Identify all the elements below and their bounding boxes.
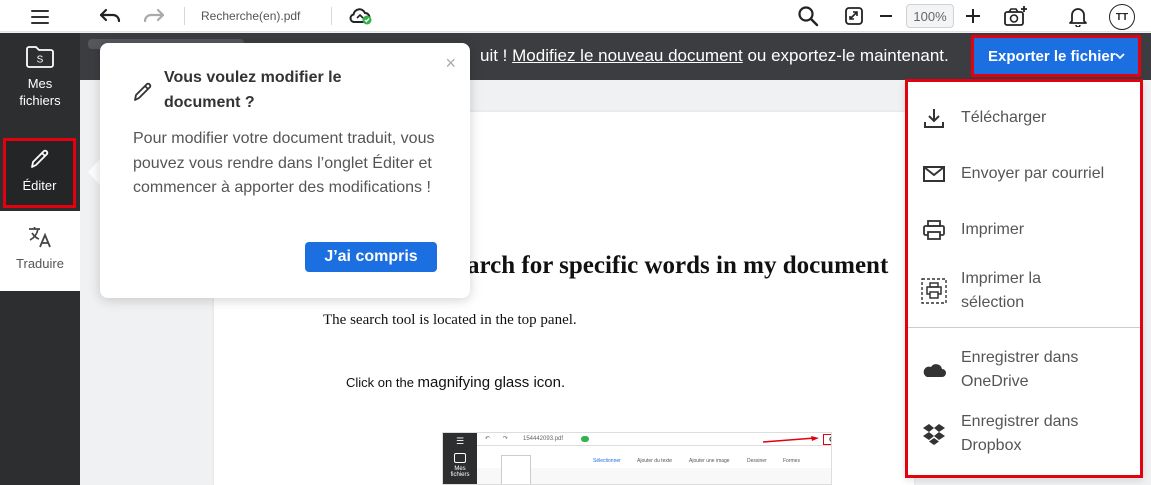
embedded-menu-icon: ☰ xyxy=(455,436,465,446)
embedded-tool-label: Sélectionner xyxy=(593,458,621,464)
pencil-icon xyxy=(134,82,152,101)
menu-item-label-line2: OneDrive xyxy=(961,373,1029,390)
document-paragraph-emphasis: magnifying glass icon. xyxy=(417,374,566,391)
embedded-undo-icon: ↶ xyxy=(485,436,491,442)
embedded-screenshot: ☰ Mes fichiers ↶ ↷ 154442093.pdf Sélecti… xyxy=(442,432,832,485)
notification-text: uit ! Modifiez le nouveau document ou ex… xyxy=(480,46,949,66)
top-toolbar: Recherche(en).pdf 100% TT xyxy=(0,0,1151,32)
menu-item-label-line1: Enregistrer dans xyxy=(961,349,1079,366)
sidebar-label-edit: Éditer xyxy=(22,178,57,193)
toolbar-separator xyxy=(184,7,185,25)
close-icon[interactable]: × xyxy=(445,53,456,74)
zoom-out-icon[interactable] xyxy=(876,4,896,28)
menu-item-label-line1: Imprimer la xyxy=(961,270,1042,287)
svg-text:S: S xyxy=(37,55,44,66)
embedded-search-icon xyxy=(823,434,831,445)
menu-item-print-selection[interactable]: Imprimer la sélection xyxy=(908,260,1140,322)
embedded-page-thumbnail xyxy=(501,455,531,484)
menu-item-label: Imprimer xyxy=(961,221,1025,238)
menu-icon[interactable] xyxy=(22,6,58,28)
embedded-folder-icon xyxy=(454,453,466,463)
printer-icon xyxy=(920,219,948,241)
undo-icon[interactable] xyxy=(98,4,122,28)
menu-item-download[interactable]: Télécharger xyxy=(908,92,1140,144)
embedded-tool-label: Formes xyxy=(783,458,800,464)
mail-icon xyxy=(920,164,948,184)
got-it-button[interactable]: J’ai compris xyxy=(305,242,437,272)
edit-document-link[interactable]: Modifiez le nouveau document xyxy=(512,46,743,65)
menu-item-label-line1: Enregistrer dans xyxy=(961,413,1079,430)
document-paragraph: Click on the magnifying glass icon. xyxy=(346,374,565,391)
redo-icon[interactable] xyxy=(142,4,166,28)
menu-item-label-line2: sélection xyxy=(961,294,1025,311)
popover-body: Pour modifier votre document traduit, vo… xyxy=(133,130,435,196)
menu-item-label: Télécharger xyxy=(961,109,1047,126)
embedded-tool-label: Ajouter du texte xyxy=(637,458,673,464)
menu-item-label: Envoyer par courriel xyxy=(961,165,1105,182)
embedded-sidebar: ☰ Mes fichiers xyxy=(443,433,477,484)
toolbar-separator xyxy=(331,7,332,25)
menu-item-save-onedrive[interactable]: Enregistrer dans OneDrive xyxy=(908,340,1140,400)
sidebar-item-edit[interactable]: Éditer xyxy=(3,138,76,208)
download-icon xyxy=(920,106,948,130)
edit-tip-popover: × Vous voulez modifier le document ? Pou… xyxy=(100,43,470,298)
embedded-toolbar: ↶ ↷ 154442093.pdf xyxy=(477,433,831,446)
notification-prefix: uit ! xyxy=(480,46,508,65)
embedded-redo-icon: ↷ xyxy=(503,436,509,442)
add-image-icon[interactable] xyxy=(1003,4,1029,28)
menu-item-label: Enregistrer dans Dropbox xyxy=(961,410,1078,458)
embedded-tool-label: Ajouter une image xyxy=(689,458,730,464)
print-selection-icon xyxy=(920,278,948,304)
file-name: Recherche(en).pdf xyxy=(201,9,301,23)
menu-item-print[interactable]: Imprimer xyxy=(908,204,1140,256)
export-file-button[interactable]: Exporter le fichier xyxy=(971,35,1141,77)
popover-title: Vous voulez modifier le document ? xyxy=(164,69,342,111)
avatar[interactable]: TT xyxy=(1109,4,1135,30)
onedrive-icon xyxy=(920,361,948,379)
cloud-sync-icon[interactable] xyxy=(347,4,373,28)
sidebar-item-my-files[interactable]: S Mes fichiers xyxy=(0,45,80,135)
fullscreen-icon[interactable] xyxy=(842,4,866,28)
translate-icon xyxy=(29,227,51,248)
menu-item-email[interactable]: Envoyer par courriel xyxy=(908,148,1140,200)
left-sidebar: S Mes fichiers Éditer Traduire xyxy=(0,33,80,485)
dropbox-icon xyxy=(920,422,948,446)
folder-icon: S xyxy=(26,46,54,68)
sidebar-label-my-files-1: Mes xyxy=(27,76,53,91)
zoom-level-input[interactable]: 100% xyxy=(906,4,954,28)
embedded-cloud-icon xyxy=(581,436,589,442)
sidebar-label-my-files-2: fichiers xyxy=(19,93,61,108)
menu-divider xyxy=(908,327,1140,328)
embedded-tool-label: Dessiner xyxy=(747,458,767,464)
chevron-down-icon xyxy=(1115,53,1125,60)
embedded-sidebar-label-2: fichiers xyxy=(450,472,470,478)
document-paragraph: The search tool is located in the top pa… xyxy=(323,312,577,328)
menu-item-label-line2: Dropbox xyxy=(961,437,1022,454)
sidebar-item-translate[interactable]: Traduire xyxy=(0,211,80,291)
document-heading: Search for specific words in my document xyxy=(442,252,889,279)
export-dropdown-menu: Télécharger Envoyer par courriel Imprime… xyxy=(905,79,1143,478)
pencil-icon xyxy=(30,149,48,168)
export-file-label: Exporter le fichier xyxy=(988,47,1116,65)
search-icon[interactable] xyxy=(796,4,820,28)
document-paragraph-text: Click on the xyxy=(346,375,414,390)
embedded-file-name: 154442093.pdf xyxy=(523,436,564,442)
menu-item-label: Enregistrer dans OneDrive xyxy=(961,346,1078,394)
notification-bell-icon[interactable] xyxy=(1066,4,1090,28)
sidebar-label-translate: Traduire xyxy=(16,256,64,271)
embedded-arrow-icon xyxy=(763,436,819,443)
menu-item-label: Imprimer la sélection xyxy=(961,267,1041,315)
menu-item-save-dropbox[interactable]: Enregistrer dans Dropbox xyxy=(908,404,1140,464)
zoom-in-icon[interactable] xyxy=(963,4,983,28)
notification-suffix: ou exportez-le maintenant. xyxy=(747,46,949,65)
